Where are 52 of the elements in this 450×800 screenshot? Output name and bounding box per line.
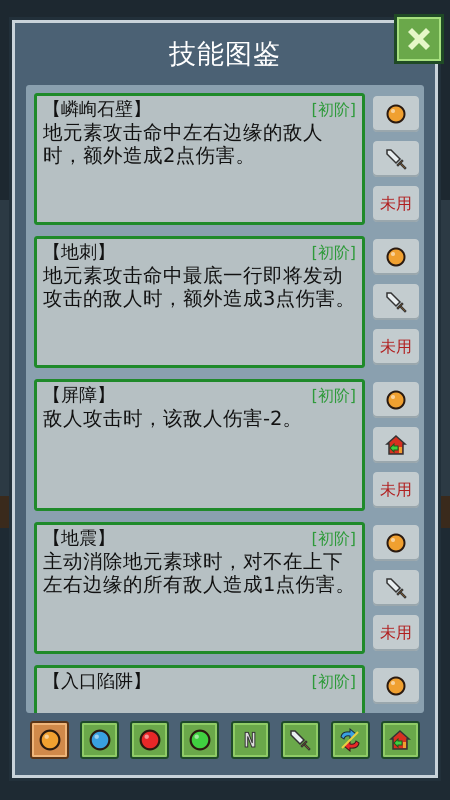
skill-description: 主动消除地元素球时，对不在上下左右边缘的所有敌人造成1点伤害。 (43, 550, 356, 596)
sword-icon (385, 148, 407, 170)
type-button[interactable] (373, 427, 419, 463)
arrows-icon (338, 728, 362, 752)
orb-icon (88, 729, 111, 751)
skill-name: 【地刺】 (43, 241, 115, 264)
element-button[interactable] (373, 96, 419, 132)
orb-icon (386, 247, 406, 267)
skill-name: 【地震】 (43, 527, 115, 550)
tier-label: [初阶] (312, 528, 356, 550)
sword-icon (385, 291, 407, 313)
filter-tab[interactable] (180, 721, 220, 759)
filter-tab[interactable] (80, 721, 120, 759)
tier-label: [初阶] (312, 671, 356, 693)
element-button[interactable] (373, 525, 419, 561)
filter-tab[interactable] (330, 721, 370, 759)
status-button[interactable]: 未用 (373, 329, 419, 365)
status-button[interactable]: 未用 (373, 615, 419, 651)
skill-description: 地元素攻击命中左右边缘的敌人时，额外造成2点伤害。 (43, 121, 324, 167)
tier-label: [初阶] (312, 242, 356, 264)
filter-tab[interactable] (130, 721, 170, 759)
type-button[interactable] (373, 141, 419, 177)
filter-tab[interactable] (380, 721, 420, 759)
type-button[interactable] (373, 284, 419, 320)
skill-name: 【屏障】 (43, 384, 115, 407)
house-icon (385, 434, 407, 456)
filter-tab[interactable] (30, 721, 69, 759)
skill-name: 【嶙峋石壁】 (43, 98, 151, 121)
orb-icon (138, 729, 161, 751)
skill-description: 地元素攻击命中最底一行即将发动攻击的敌人时，额外造成3点伤害。 (43, 264, 356, 310)
status-button[interactable]: 未用 (373, 472, 419, 508)
skill-name: 【入口陷阱】 (43, 670, 151, 693)
house-icon (389, 729, 412, 751)
close-button[interactable] (394, 14, 444, 64)
orb-icon (386, 390, 406, 410)
orb-icon (386, 104, 406, 124)
orb-icon (386, 676, 406, 696)
skill-description: 敌人攻击时，该敌人伤害-2。 (43, 407, 304, 430)
element-button[interactable] (373, 668, 419, 704)
element-button[interactable] (373, 382, 419, 418)
element-button[interactable] (373, 239, 419, 275)
orb-icon (38, 729, 60, 751)
sword-icon (289, 729, 312, 751)
tier-label: [初阶] (312, 385, 356, 407)
status-button[interactable]: 未用 (373, 186, 419, 222)
tier-label: [初阶] (312, 99, 356, 121)
orb-icon (188, 729, 211, 751)
type-button[interactable] (373, 570, 419, 606)
sword-icon (385, 577, 407, 599)
orb-icon (386, 533, 406, 553)
dialog-title: 技能图鉴 (169, 38, 281, 72)
filter-tab[interactable] (280, 721, 320, 759)
